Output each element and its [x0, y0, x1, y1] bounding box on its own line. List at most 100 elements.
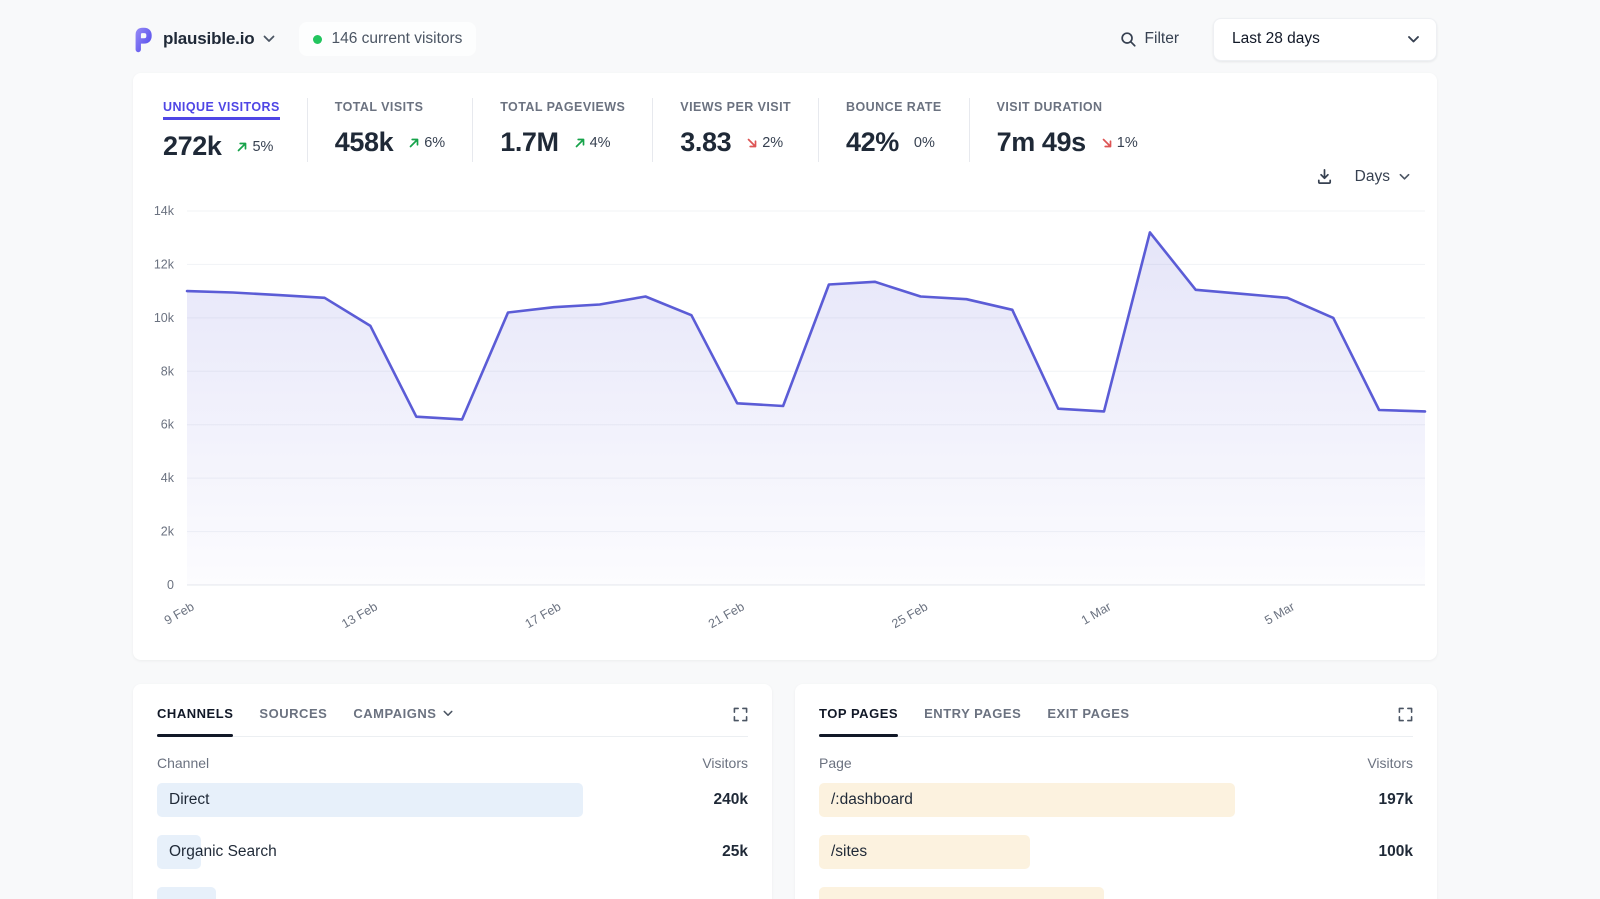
download-icon[interactable]: [1315, 167, 1334, 186]
metric-change: 5%: [236, 139, 273, 155]
page-name: /:dashboard: [831, 791, 913, 808]
channel-name: Organic Search: [169, 843, 277, 860]
x-axis-tick: 9 Feb: [162, 599, 197, 627]
channel-row[interactable]: Direct 240k: [157, 783, 748, 817]
x-axis-tick: 5 Mar: [1262, 599, 1297, 627]
channel-name: Direct: [169, 791, 210, 808]
metrics-row: UNIQUE VISITORS 272k 5% TOTAL VISITS 458k 6% T…: [163, 98, 1192, 162]
site-switcher[interactable]: plausible.io: [133, 26, 275, 53]
metric-change-value: 5%: [252, 138, 274, 155]
table-header: Channel Visitors: [157, 755, 748, 771]
column-header-right: Visitors: [1367, 755, 1413, 771]
tab-channels[interactable]: CHANNELS: [157, 706, 234, 737]
metric-value: 7m 49s: [996, 127, 1087, 157]
metric-views-per-visit[interactable]: VIEWS PER VISIT 3.83 2%: [680, 98, 820, 162]
tab-sources[interactable]: SOURCES: [259, 706, 327, 721]
metric-change-value: 4%: [589, 134, 611, 151]
metric-value-row: 3.83 2%: [680, 127, 791, 158]
pages-panel: TOP PAGES ENTRY PAGES EXIT PAGES Page Visi…: [795, 684, 1437, 899]
channels-panel: CHANNELS SOURCES CAMPAIGNS Channel Visitor…: [133, 684, 772, 899]
search-icon: [1120, 31, 1136, 47]
visitors-chart[interactable]: 0 2k 4k 6k 8k 10k 12k 14k 9 Feb 13 Feb 17 Feb 21 Fe…: [133, 195, 1437, 657]
interval-dropdown[interactable]: Days: [1355, 168, 1410, 186]
table-header: Page Visitors: [819, 755, 1413, 771]
filter-button[interactable]: Filter: [1120, 30, 1179, 48]
page-row[interactable]: [819, 887, 1413, 899]
metric-value: 3.83: [680, 127, 732, 157]
column-header-left: Page: [819, 755, 852, 771]
channel-visitors: 240k: [713, 791, 748, 808]
expand-icon[interactable]: [733, 707, 748, 722]
channels-tabs: CHANNELS SOURCES CAMPAIGNS: [157, 706, 748, 737]
metric-label: UNIQUE VISITORS: [163, 100, 280, 120]
analytics-card: UNIQUE VISITORS 272k 5% TOTAL VISITS 458k 6% T…: [133, 73, 1437, 660]
tab-label: CHANNELS: [157, 706, 234, 721]
x-axis-tick: 17 Feb: [523, 599, 564, 631]
site-name: plausible.io: [163, 29, 255, 48]
expand-icon[interactable]: [1398, 707, 1413, 722]
arrow-up-right-icon: [238, 142, 247, 151]
current-visitors-badge[interactable]: 146 current visitors: [299, 22, 477, 56]
tab-exit-pages[interactable]: EXIT PAGES: [1047, 706, 1129, 721]
page-name: /sites: [831, 843, 868, 860]
y-axis-tick: 6k: [161, 418, 175, 432]
metric-visit-duration[interactable]: VISIT DURATION 7m 49s 1%: [997, 98, 1165, 162]
metric-change: 6%: [408, 135, 445, 151]
arrow-down-right-icon: [747, 138, 757, 147]
tab-top-pages[interactable]: TOP PAGES: [819, 706, 899, 737]
y-axis-tick: 14k: [154, 204, 175, 218]
arrow-up-right-icon: [575, 138, 584, 147]
tab-label: ENTRY PAGES: [924, 706, 1022, 721]
metric-label: VIEWS PER VISIT: [680, 100, 792, 114]
x-axis-tick: 25 Feb: [889, 599, 930, 631]
interval-label: Days: [1354, 167, 1390, 185]
pages-tabs: TOP PAGES ENTRY PAGES EXIT PAGES: [819, 706, 1413, 737]
date-range-select[interactable]: Last 28 days: [1213, 17, 1437, 61]
channel-visitors: 25k: [722, 843, 748, 860]
arrow-up-right-icon: [409, 138, 419, 147]
y-axis-tick: 12k: [154, 257, 175, 271]
value-bar: [157, 887, 217, 899]
date-range-value: Last 28 days: [1232, 30, 1320, 47]
chevron-down-icon: [443, 710, 452, 716]
metric-bounce-rate[interactable]: BOUNCE RATE 42% 0%: [846, 98, 970, 162]
channel-row[interactable]: [157, 887, 748, 899]
metric-change-value: 6%: [424, 134, 446, 151]
page-row[interactable]: /:dashboard 197k: [819, 783, 1413, 817]
metric-change: 2%: [746, 135, 783, 151]
chevron-down-icon: [263, 35, 275, 43]
channel-row[interactable]: Organic Search 25k: [157, 835, 748, 869]
metric-change: 0%: [914, 135, 935, 151]
metric-value-row: 272k 5%: [163, 131, 280, 162]
metric-change: 1%: [1101, 135, 1138, 151]
tab-label: TOP PAGES: [819, 706, 899, 721]
tab-entry-pages[interactable]: ENTRY PAGES: [924, 706, 1021, 721]
tab-label: SOURCES: [259, 706, 328, 721]
metric-total-pageviews[interactable]: TOTAL PAGEVIEWS 1.7M 4%: [500, 98, 654, 162]
current-visitors-label: 146 current visitors: [331, 30, 463, 47]
value-bar: [157, 783, 583, 817]
metric-total-visits[interactable]: TOTAL VISITS 458k 6%: [335, 98, 474, 162]
column-header-right: Visitors: [702, 755, 748, 771]
metric-value: 1.7M: [500, 127, 559, 157]
tab-campaigns[interactable]: CAMPAIGNS: [353, 706, 452, 721]
metric-label: VISIT DURATION: [996, 100, 1103, 114]
metric-value-row: 7m 49s 1%: [997, 127, 1138, 158]
page-visitors: 100k: [1378, 843, 1413, 860]
metric-value: 272k: [163, 131, 222, 161]
arrow-down-right-icon: [1102, 138, 1112, 147]
y-axis-tick: 10k: [154, 311, 175, 325]
y-axis-tick: 2k: [161, 525, 175, 539]
metric-change-value: 2%: [762, 134, 784, 151]
page-visitors: 197k: [1378, 791, 1413, 808]
x-axis-tick: 13 Feb: [339, 599, 380, 631]
pages-rows: /:dashboard 197k/sites 100k: [819, 783, 1413, 899]
page-row[interactable]: /sites 100k: [819, 835, 1413, 869]
plausible-logo-icon: [135, 27, 152, 52]
tab-label: CAMPAIGNS: [353, 706, 437, 721]
x-axis-tick: 21 Feb: [706, 599, 747, 631]
top-bar: plausible.io 146 current visitors Filter…: [133, 16, 1437, 62]
metric-unique-visitors[interactable]: UNIQUE VISITORS 272k 5%: [163, 98, 308, 162]
metric-change-value: 1%: [1116, 134, 1138, 151]
metric-value-row: 1.7M 4%: [500, 127, 625, 158]
